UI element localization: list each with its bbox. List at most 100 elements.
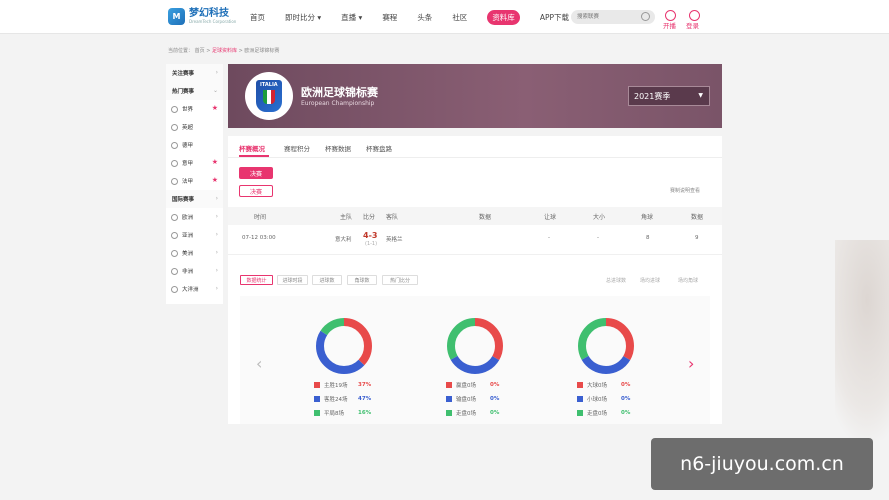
stat-tab-corners[interactable]: 角球数 [347,275,377,285]
legend-name: 输盘0场 [456,396,476,403]
stage-button-final-alt[interactable]: 决赛 [239,185,273,197]
chevron-right-icon[interactable]: › [688,356,694,372]
sidebar-item-world[interactable]: 世界 ★ [166,100,223,118]
sidebar-item-bundesliga[interactable]: 德甲 [166,136,223,154]
legend-item: 走盘0场 0% [577,408,630,417]
sidebar-group-international[interactable]: 国际赛事 › [166,190,223,208]
stat-avg-goals: 场均进球 [640,278,661,284]
legend-swatch [577,395,583,402]
stage-button-final[interactable]: 决赛 [239,167,273,179]
league-icon [171,141,178,149]
chevron-right-icon: › [215,267,218,274]
chevron-right-icon: › [215,249,218,256]
nav-home[interactable]: 首页 [250,12,265,23]
legend-item: 平局8场 16% [314,408,371,417]
season-select[interactable]: 2021赛季 ▼ [628,86,710,106]
rules-link[interactable]: 赛制说明查看 [670,187,700,194]
home-team[interactable]: 意大利 [335,235,352,243]
breadcrumb-current: 欧洲足球锦标赛 [244,48,280,54]
background-player-image [835,240,889,440]
region-icon [171,267,178,275]
legend-name: 走盘0场 [456,410,476,417]
nav-community[interactable]: 社区 [452,12,467,23]
login-link[interactable]: 登录 [686,20,699,30]
legend-name: 赢盘0场 [456,382,476,389]
legend-name: 主胜19场 [324,382,348,389]
nav-live-stream[interactable]: 直播 ▾ [341,12,362,23]
sidebar-item-americas[interactable]: 美洲 › [166,244,223,262]
legend-name: 走盘0场 [587,410,607,417]
active-tab-indicator [239,155,269,157]
col-home: 主队 [340,214,353,221]
caret-down-icon: ▼ [698,92,703,99]
legend-item: 输盘0场 0% [446,394,499,403]
star-icon[interactable]: ★ [212,176,218,184]
away-team[interactable]: 英格兰 [386,235,403,243]
sidebar-item-africa[interactable]: 非洲 › [166,262,223,280]
star-icon[interactable]: ★ [212,158,218,166]
italy-shield-icon: ITALIA [256,80,282,112]
tab-cup-overview[interactable]: 杯赛概况 [239,143,265,153]
competition-header: ITALIA 欧洲足球锦标赛 European Championship 202… [228,64,722,128]
sidebar-item-label: 非洲 [182,269,194,275]
search-icon[interactable] [641,12,650,21]
legend-pct: 37% [358,381,372,388]
sidebar-group-hot[interactable]: 热门赛事 ⌄ [166,82,223,100]
open-broadcast-link[interactable]: 开播 [663,20,676,30]
match-table-header: 时间 主队 比分 客队 数据 让球 大小 角球 数据 [228,207,722,225]
tab-cup-data[interactable]: 杯赛数据 [325,143,351,153]
col-handicap: 让球 [544,214,557,221]
legend-swatch [314,381,320,388]
cup-overview-panel: 杯赛概况 赛程积分 杯赛数据 杯赛盘路 决赛 决赛 赛制说明查看 时间 主队 比… [228,136,722,424]
league-icon [171,159,178,167]
sidebar-item-label: 英超 [182,125,194,131]
sidebar-item-label: 大洋洲 [182,287,199,293]
nav-live-stream-label: 直播 [341,12,357,22]
stat-tab-summary[interactable]: 数据统计 [240,275,273,285]
data-value: 9 [695,235,699,241]
stat-tab-goals[interactable]: 进球数 [312,275,342,285]
nav-headlines[interactable]: 头条 [417,12,432,23]
match-score[interactable]: 4-3 [363,231,377,240]
legend-item: 赢盘0场 0% [446,380,499,389]
sidebar-item-ligue-1[interactable]: 法甲 ★ [166,172,223,190]
chevron-down-icon: ⌄ [212,87,218,94]
stat-tab-hot-scores[interactable]: 热门比分 [382,275,418,285]
sidebar-item-oceania[interactable]: 大洋洲 › [166,280,223,298]
sidebar-item-asia[interactable]: 亚洲 › [166,226,223,244]
sidebar-item-epl[interactable]: 英超 [166,118,223,136]
nav-schedule[interactable]: 赛程 [382,12,397,23]
tab-schedule-standings[interactable]: 赛程积分 [284,143,310,153]
league-icon [171,123,178,131]
breadcrumb-database[interactable]: 足球资料库 [212,48,237,54]
table-row[interactable]: 07-12 03:00 意大利 4-3 (1-1) 英格兰 - - 8 9 [228,225,722,255]
nav-database[interactable]: 资料库 [487,9,520,25]
col-data: 数据 [479,214,492,221]
nav-app-download[interactable]: APP下载 [540,12,569,23]
region-icon [171,249,178,257]
star-icon[interactable]: ★ [212,104,218,112]
legend-pct: 0% [490,381,500,388]
tab-cup-odds[interactable]: 杯赛盘路 [366,143,392,153]
sidebar-group-followed[interactable]: 关注赛事 › [166,64,223,82]
competition-title: 欧洲足球锦标赛 [301,86,378,99]
site-logo[interactable]: M 梦幻科技 DreamTech Corporation [168,8,236,25]
sidebar-item-serie-a[interactable]: 意甲 ★ [166,154,223,172]
legend-pct: 0% [621,395,631,402]
legend-item: 主胜19场 37% [314,380,371,389]
region-icon [171,231,178,239]
sidebar-item-europe[interactable]: 欧洲 › [166,208,223,226]
stat-tab-goal-time[interactable]: 进球时段 [277,275,308,285]
breadcrumb-home[interactable]: 首页 [195,48,205,54]
sidebar-group-label: 热门赛事 [172,89,195,95]
legend-item: 小球0场 0% [577,394,630,403]
nav-live-score[interactable]: 即时比分 ▾ [285,12,321,23]
chevron-left-icon[interactable]: ‹ [256,356,262,372]
legend-pct: 16% [358,409,372,416]
sidebar-item-label: 德甲 [182,143,194,149]
legend-item: 走盘0场 0% [446,408,499,417]
league-sidebar: 关注赛事 › 热门赛事 ⌄ 世界 ★ 英超 德甲 意甲 ★ 法甲 ★ 国际赛事 › 欧洲 › … [166,64,223,304]
legend-item: 客胜24场 47% [314,394,371,403]
legend-swatch [446,381,452,388]
results-donut-chart [316,318,372,374]
